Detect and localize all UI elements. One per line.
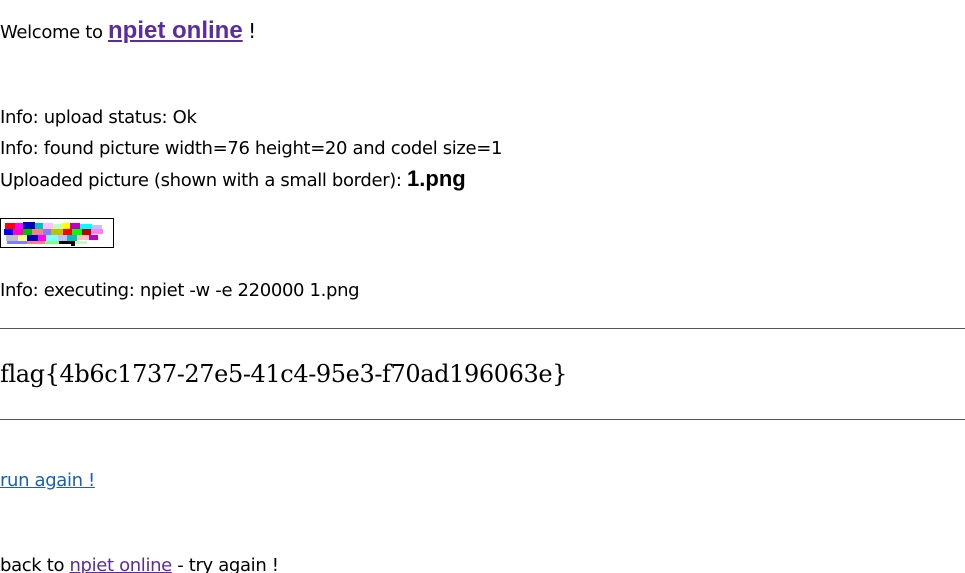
back-to-npiet-online-link[interactable]: npiet online [70, 555, 173, 573]
back-suffix: - try again ! [177, 555, 279, 573]
back-prefix: back to [0, 555, 65, 573]
npiet-online-link[interactable]: npiet online [108, 17, 243, 44]
executing-command-text: Info: executing: npiet -w -e 220000 1.pn… [0, 280, 360, 301]
uploaded-filename: 1.png [407, 166, 466, 191]
top-divider [0, 328, 965, 329]
program-output-flag: flag{4b6c1737-27e5-41c4-95e3-f70ad196063… [0, 360, 568, 388]
piet-program-image [1, 219, 113, 247]
uploaded-picture-line: Uploaded picture (shown with a small bor… [0, 168, 466, 192]
welcome-prefix: Welcome to [0, 22, 103, 43]
picture-info-text: Info: found picture width=76 height=20 a… [0, 138, 503, 159]
upload-status-text: Info: upload status: Ok [0, 107, 197, 128]
welcome-suffix: ! [248, 19, 256, 43]
uploaded-picture-label: Uploaded picture (shown with a small bor… [0, 170, 402, 191]
uploaded-piet-image [0, 218, 114, 248]
result-page: Welcome to npiet online ! Info: upload s… [0, 0, 965, 573]
run-again-link[interactable]: run again ! [0, 470, 95, 492]
welcome-line: Welcome to npiet online ! [0, 17, 256, 44]
back-line: back to npiet online - try again ! [0, 555, 279, 573]
bottom-divider [0, 419, 965, 420]
